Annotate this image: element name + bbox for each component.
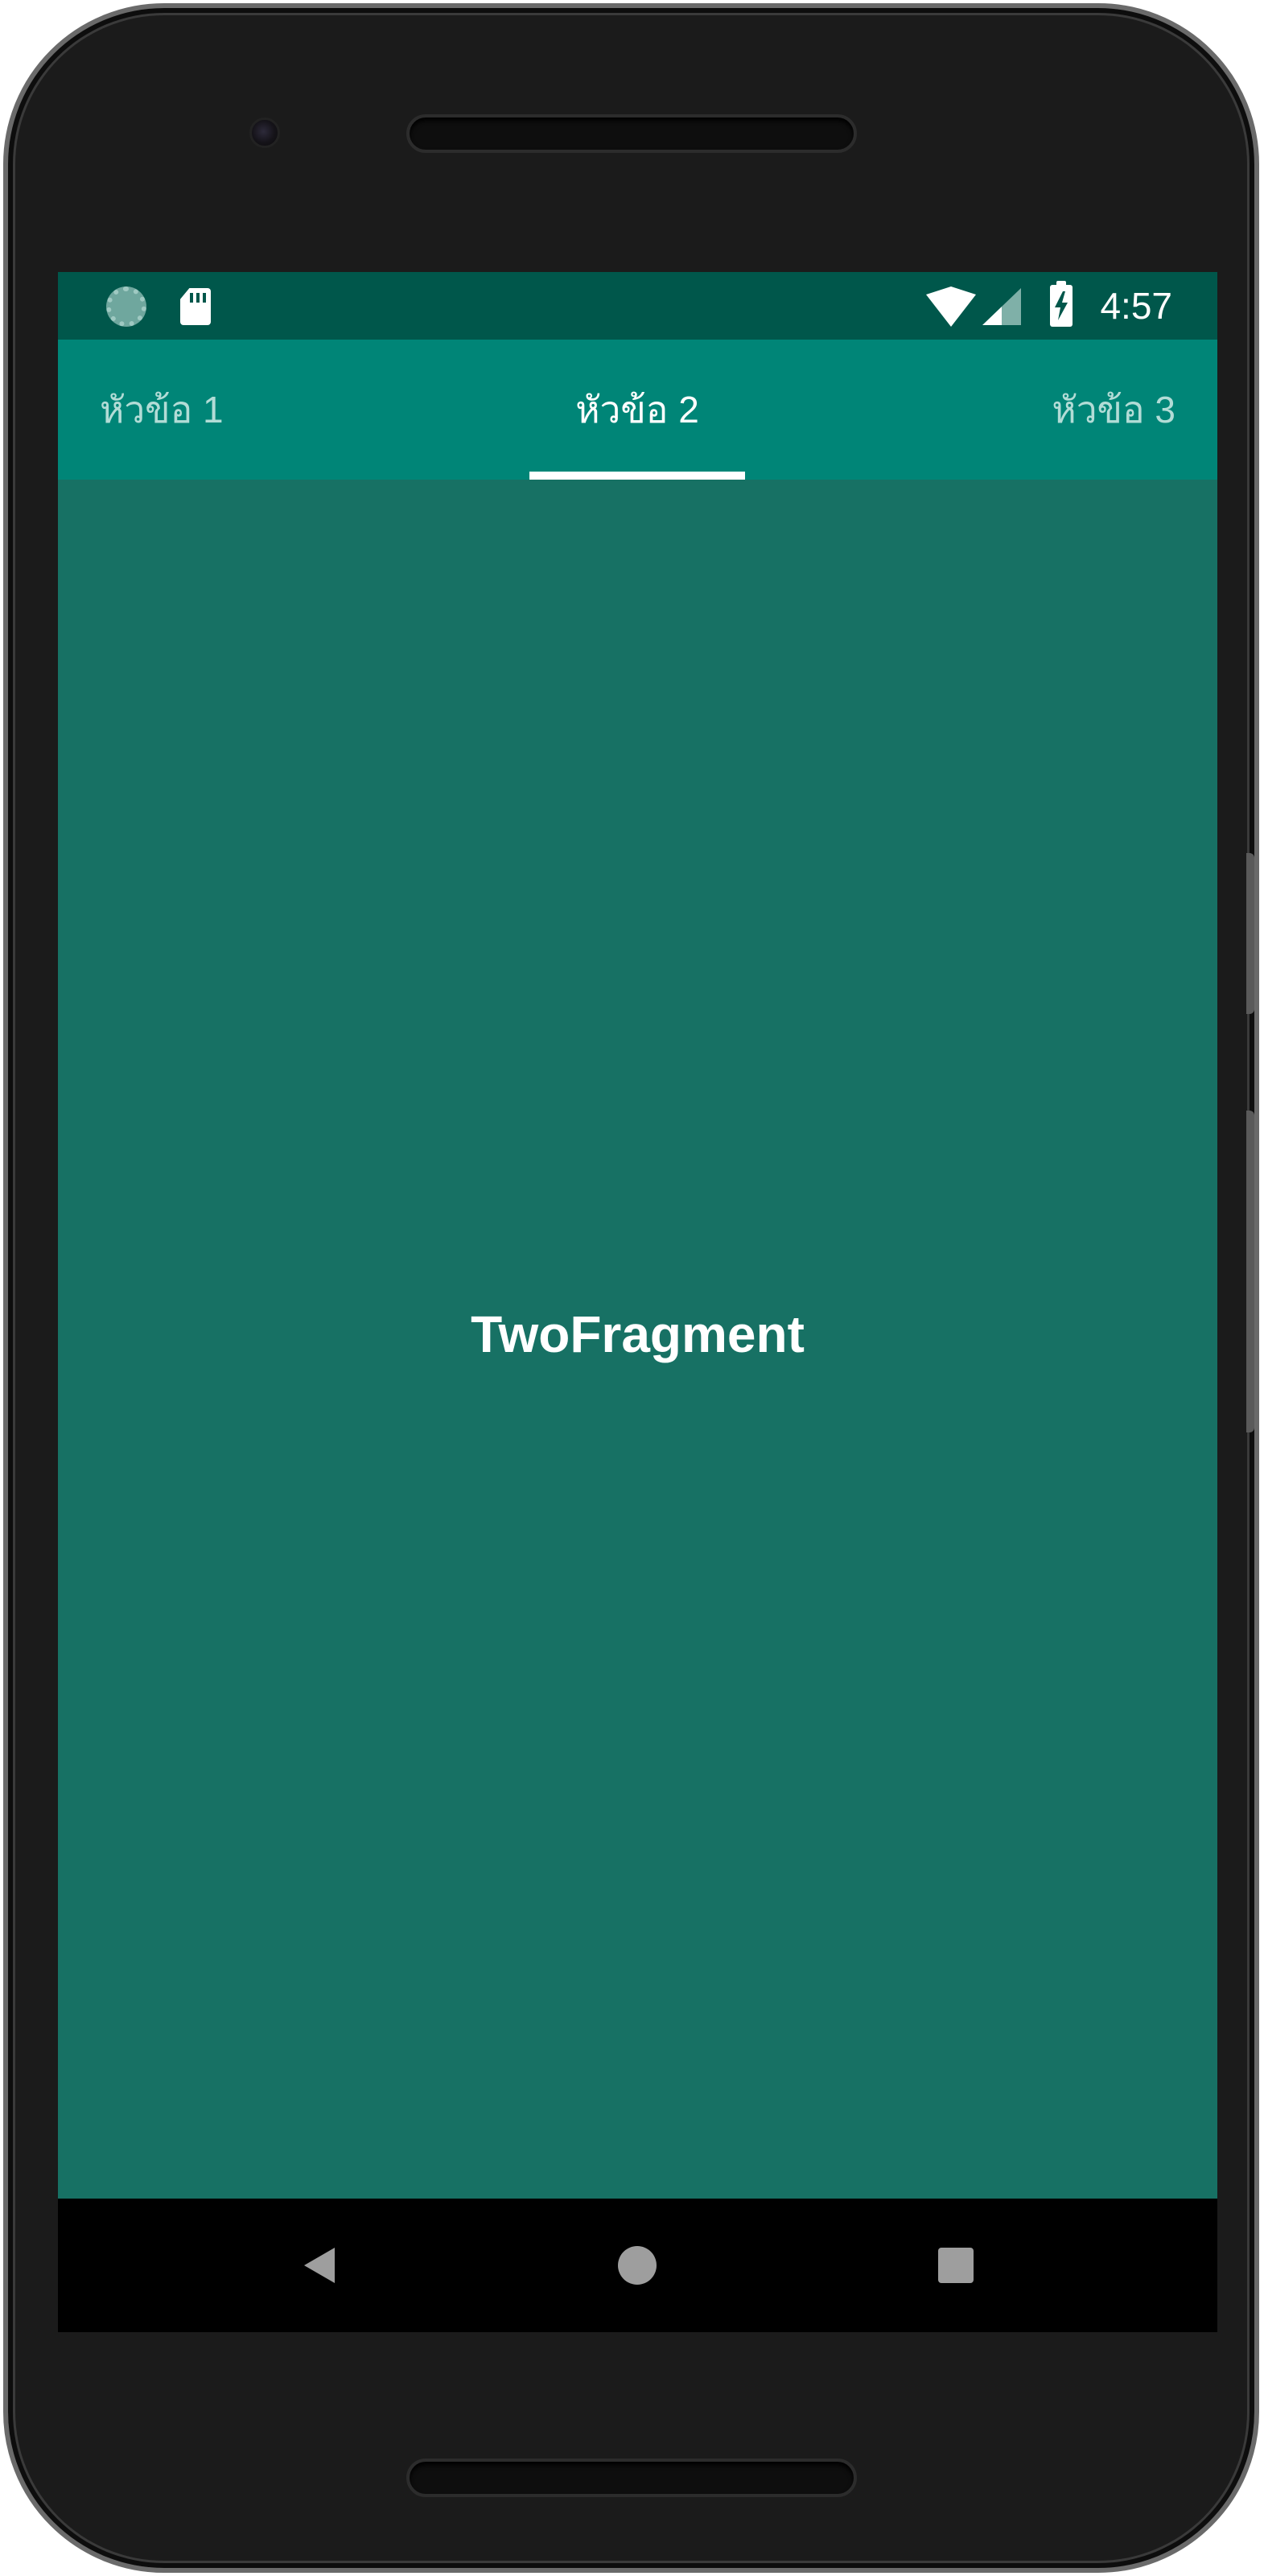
wifi-icon xyxy=(926,286,976,327)
status-bar: 4:57 xyxy=(58,272,1217,340)
sync-icon xyxy=(106,286,146,327)
volume-button xyxy=(1246,1111,1254,1432)
power-button xyxy=(1246,853,1254,1014)
home-icon[interactable] xyxy=(613,2241,661,2290)
fragment-label: TwoFragment xyxy=(471,1305,805,1363)
battery-charging-icon xyxy=(1050,281,1073,327)
back-icon[interactable] xyxy=(296,2241,344,2290)
top-speaker xyxy=(406,114,857,153)
tab-bar: หัวข้อ 1 หัวข้อ 2 หัวข้อ 3 xyxy=(58,340,1217,480)
sd-card-icon xyxy=(180,288,211,325)
tab-topic-2[interactable]: หัวข้อ 2 xyxy=(476,340,798,480)
bottom-speaker xyxy=(406,2459,857,2497)
tab-selected-indicator xyxy=(529,472,745,480)
fragment-content: TwoFragment xyxy=(58,480,1217,2199)
cell-signal-icon xyxy=(982,288,1021,325)
recents-icon[interactable] xyxy=(932,2241,980,2290)
navigation-bar xyxy=(58,2199,1217,2332)
screen: 4:57 หัวข้อ 1 หัวข้อ 2 หัวข้อ 3 TwoFragm… xyxy=(58,272,1217,2332)
front-camera xyxy=(249,117,280,148)
tab-topic-1[interactable]: หัวข้อ 1 xyxy=(100,340,224,480)
tab-topic-3[interactable]: หัวข้อ 3 xyxy=(1052,340,1175,480)
status-clock: 4:57 xyxy=(1100,285,1172,327)
phone-frame: 4:57 หัวข้อ 1 หัวข้อ 2 หัวข้อ 3 TwoFragm… xyxy=(3,3,1259,2573)
